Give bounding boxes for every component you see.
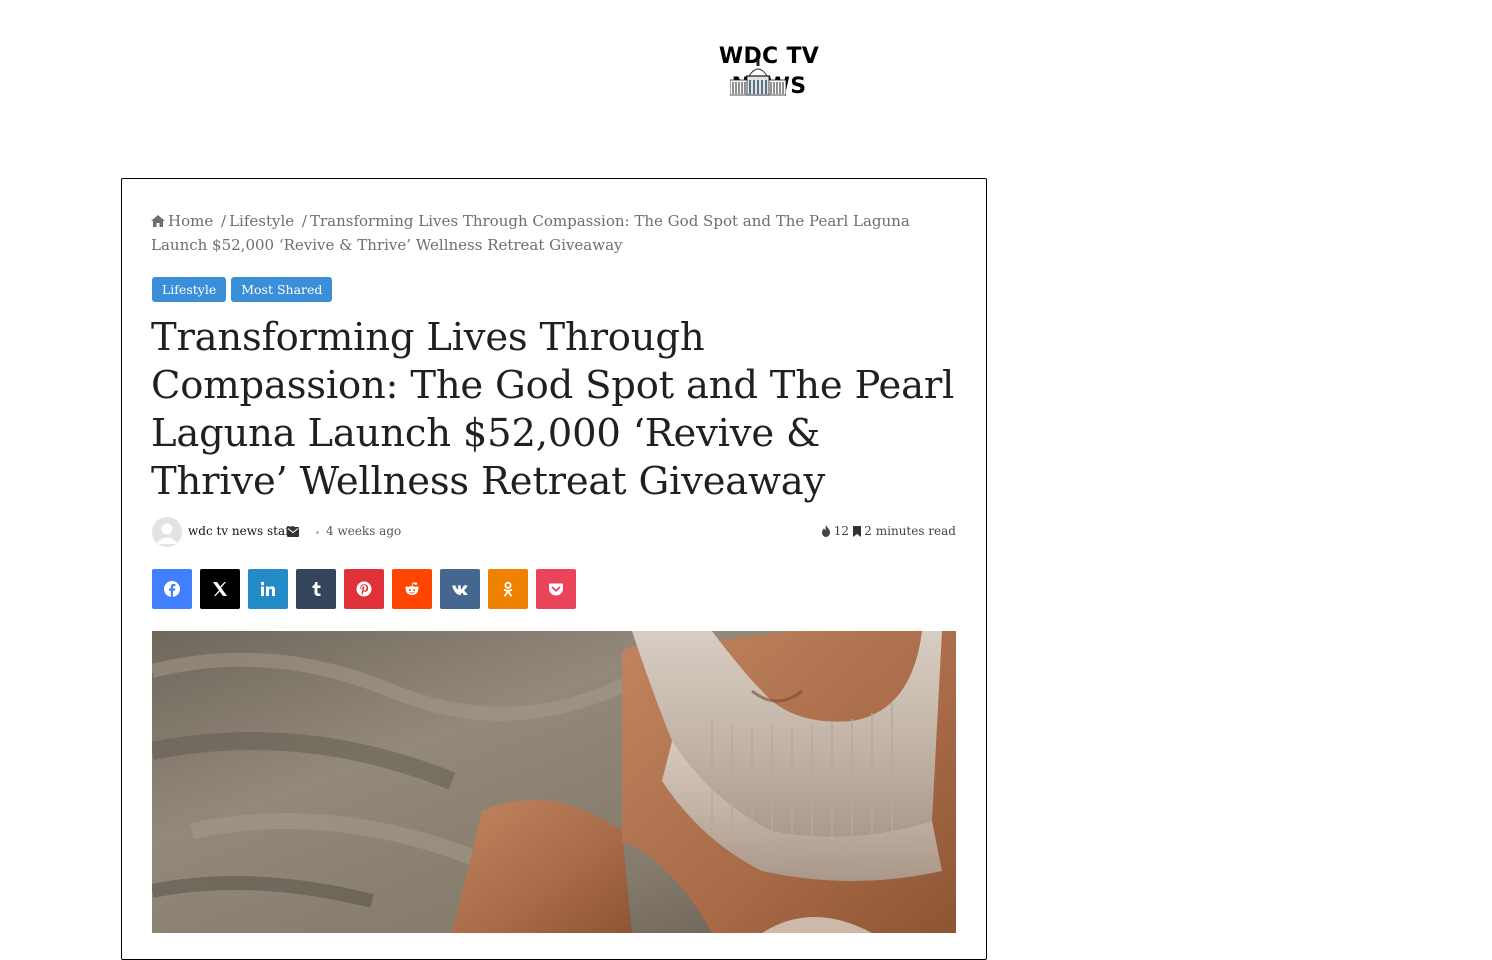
x-icon: [213, 582, 227, 596]
fire-icon: [821, 525, 830, 537]
share-x-button[interactable]: [200, 569, 240, 609]
share-vk-button[interactable]: [440, 569, 480, 609]
share-reddit-button[interactable]: [392, 569, 432, 609]
share-linkedin-button[interactable]: [248, 569, 288, 609]
post-date: 4 weeks ago: [326, 524, 402, 538]
breadcrumb-home-label: Home: [168, 212, 214, 230]
facebook-icon: [164, 581, 180, 597]
featured-image: [152, 631, 956, 933]
tumblr-icon: [312, 582, 321, 596]
featured-photo: [152, 631, 956, 933]
share-tumblr-button[interactable]: [296, 569, 336, 609]
odnoklassniki-icon: [503, 581, 513, 597]
bookmark-icon: [853, 525, 862, 537]
breadcrumb-separator: /: [221, 212, 227, 230]
reddit-icon: [405, 582, 419, 595]
capitol-building-icon: [730, 60, 786, 96]
user-placeholder-icon: [152, 517, 182, 547]
meta-dot-separator: [316, 531, 319, 534]
linkedin-icon: [260, 581, 275, 596]
post-categories: Lifestyle Most Shared: [152, 277, 333, 302]
reading-time: 2 minutes read: [853, 524, 956, 538]
reading-time-label: 2 minutes read: [864, 524, 956, 538]
article-meta: wdc tv news staff 4 weeks ago 12 2 minut…: [152, 516, 956, 548]
views-count: 12: [833, 524, 849, 538]
breadcrumb-separator: /: [301, 212, 307, 230]
article-title: Transforming Lives Through Compassion: T…: [151, 315, 955, 504]
breadcrumb-home[interactable]: Home: [151, 212, 213, 230]
share-buttons: [152, 569, 576, 609]
share-pocket-button[interactable]: [536, 569, 576, 609]
share-facebook-button[interactable]: [152, 569, 192, 609]
breadcrumb-category[interactable]: Lifestyle: [229, 212, 294, 230]
pocket-icon: [549, 583, 563, 596]
site-header: WDC TV NEWS: [0, 0, 1492, 130]
breadcrumb: Home / Lifestyle / Transforming Lives Thro…: [151, 209, 957, 257]
post-views: 12: [821, 524, 849, 538]
author-name[interactable]: wdc tv news staff: [188, 524, 294, 538]
share-pinterest-button[interactable]: [344, 569, 384, 609]
site-logo[interactable]: WDC TV NEWS: [681, 42, 857, 99]
share-odnoklassniki-button[interactable]: [488, 569, 528, 609]
category-badge-lifestyle[interactable]: Lifestyle: [152, 277, 227, 302]
pinterest-icon: [356, 581, 372, 597]
author-avatar[interactable]: [152, 517, 182, 547]
home-icon: [151, 215, 165, 227]
envelope-icon[interactable]: [287, 527, 299, 537]
vk-icon: [452, 585, 468, 595]
category-badge-most-shared[interactable]: Most Shared: [231, 277, 333, 302]
